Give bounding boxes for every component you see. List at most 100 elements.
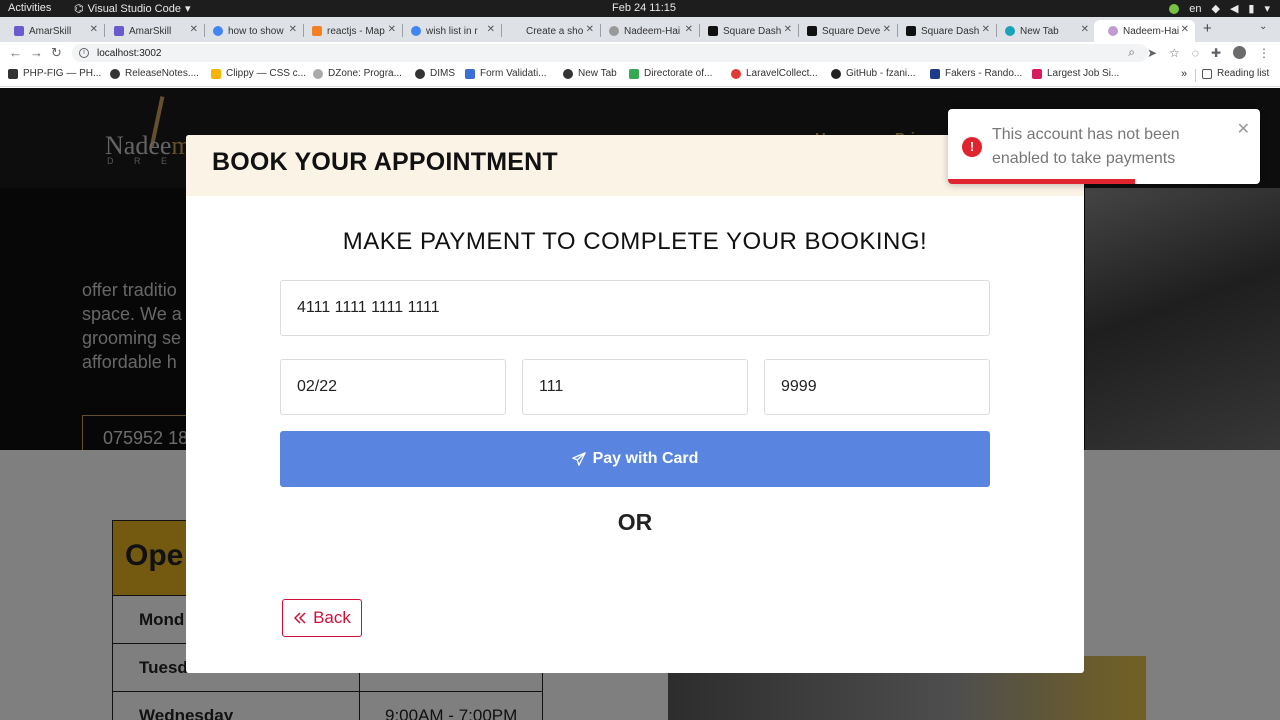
postal-code-value: 9999: [781, 378, 817, 395]
card-number-input[interactable]: 4111 1111 1111 1111: [280, 280, 990, 336]
forward-arrow-icon[interactable]: →: [30, 45, 43, 60]
tab-search-icon[interactable]: ⌄: [1259, 21, 1267, 32]
bookmark-icon: [930, 68, 940, 79]
close-icon[interactable]: ✕: [487, 24, 495, 35]
reading-list-button[interactable]: Reading list: [1202, 68, 1269, 79]
browser-tab[interactable]: reactjs - Map ✕: [298, 20, 402, 42]
browser-tab[interactable]: Nadeem-Hai ✕: [595, 20, 699, 42]
error-icon: !: [962, 137, 982, 157]
browser-tab[interactable]: AmarSkill ✕: [100, 20, 204, 42]
profile-avatar[interactable]: [1233, 46, 1246, 59]
browser-tab[interactable]: AmarSkill ✕: [0, 20, 104, 42]
close-icon[interactable]: ✕: [1181, 24, 1189, 35]
reload-icon[interactable]: ↻: [51, 45, 62, 61]
more-bookmarks-button[interactable]: »: [1181, 68, 1187, 80]
bookmark-label: Directorate of...: [644, 68, 713, 79]
chevron-down-icon: ▾: [184, 3, 191, 15]
back-button[interactable]: Back: [282, 599, 362, 637]
close-icon[interactable]: ✕: [586, 24, 594, 35]
card-number-value: 4111 1111 1111 1111: [297, 299, 440, 316]
star-icon[interactable]: ☆: [1169, 46, 1180, 60]
expiry-value: 02/22: [297, 378, 338, 395]
close-icon[interactable]: ✕: [90, 24, 98, 35]
bookmark-item[interactable]: Form Validati...: [465, 68, 547, 79]
google-icon: [213, 26, 223, 36]
toast-progress-bar: [948, 179, 1136, 184]
tab-title: Nadeem-Hai: [1123, 25, 1180, 37]
browser-tab[interactable]: Square Dash ✕: [892, 20, 996, 42]
payment-heading: MAKE PAYMENT TO COMPLETE YOUR BOOKING!: [342, 228, 928, 255]
cvv-input[interactable]: 111: [522, 359, 748, 415]
close-icon[interactable]: ✕: [982, 24, 990, 35]
tab-title: Square Dash: [723, 25, 782, 37]
app-menu[interactable]: ⌬ Visual Studio Code ▾: [74, 2, 191, 16]
tab-title: AmarSkill: [129, 25, 172, 37]
browser-tab[interactable]: wish list in r ✕: [397, 20, 501, 42]
bookmark-label: ReleaseNotes....: [125, 68, 199, 79]
activities-button[interactable]: Activities: [8, 2, 51, 14]
language-indicator[interactable]: en: [1189, 3, 1201, 15]
close-icon[interactable]: ✕: [388, 24, 396, 35]
browser-tab[interactable]: Square Dash ✕: [694, 20, 798, 42]
close-icon[interactable]: ✕: [289, 24, 297, 35]
bookmark-item[interactable]: New Tab: [563, 68, 617, 79]
send-icon[interactable]: ➤: [1147, 46, 1157, 60]
tab-title: how to show: [228, 25, 284, 37]
tab-title: Nadeem-Hai: [624, 25, 681, 37]
bookmark-label: GitHub - fzani...: [846, 68, 916, 79]
bookmark-item[interactable]: Fakers - Rando...: [930, 68, 1022, 79]
bookmark-item[interactable]: DZone: Progra...: [313, 68, 402, 79]
extension-icon[interactable]: ◌: [1192, 46, 1199, 60]
square-icon: [807, 26, 817, 36]
zoom-icon[interactable]: ⌕: [1128, 45, 1135, 60]
bookmark-item[interactable]: Directorate of...: [629, 68, 712, 79]
close-icon[interactable]: ✕: [190, 24, 198, 35]
expiry-input[interactable]: 02/22: [280, 359, 506, 415]
url-input[interactable]: i localhost:3002: [72, 44, 1148, 62]
bookmarks-bar: PHP-FIG — PH... ReleaseNotes.... Clippy …: [0, 64, 1280, 87]
bookmark-item[interactable]: PHP-FIG — PH...: [8, 68, 101, 79]
browser-tab[interactable]: Create a sho ✕: [496, 20, 600, 42]
bookmark-item[interactable]: Largest Job Si...: [1032, 68, 1119, 79]
info-icon[interactable]: i: [79, 48, 89, 58]
back-arrow-icon[interactable]: ←: [9, 45, 22, 60]
bookmark-label: Form Validati...: [480, 68, 547, 79]
tab-title: Square Dash: [921, 25, 980, 37]
close-icon[interactable]: ✕: [1081, 24, 1089, 35]
postal-code-input[interactable]: 9999: [764, 359, 990, 415]
browser-tab-active[interactable]: Nadeem-Hai ✕: [1094, 20, 1195, 42]
browser-tab[interactable]: New Tab ✕: [991, 20, 1095, 42]
browser-tab[interactable]: how to show ✕: [199, 20, 303, 42]
tab-title: New Tab: [1020, 25, 1059, 37]
close-icon[interactable]: ✕: [883, 24, 891, 35]
bookmark-item[interactable]: ReleaseNotes....: [110, 68, 199, 79]
battery-icon: ▮: [1248, 3, 1255, 15]
bookmark-item[interactable]: Clippy — CSS c...: [211, 68, 306, 79]
bookmark-icon: [1032, 68, 1042, 79]
system-top-bar: Activities ⌬ Visual Studio Code ▾ Feb 24…: [0, 0, 1280, 17]
bookmark-icon: [8, 68, 18, 79]
close-icon[interactable]: ✕: [784, 24, 792, 35]
square-icon: [708, 26, 718, 36]
bookmark-label: Largest Job Si...: [1047, 68, 1120, 79]
pay-with-card-button[interactable]: Pay with Card: [280, 431, 990, 487]
error-toast: ! This account has not been enabled to t…: [948, 109, 1260, 184]
new-tab-button[interactable]: +: [1203, 20, 1212, 37]
tab-favicon-icon: [114, 26, 124, 36]
close-icon[interactable]: ✕: [1237, 119, 1250, 139]
toast-message: This account has not been enabled to tak…: [992, 126, 1180, 167]
menu-icon[interactable]: ⋮: [1258, 46, 1270, 60]
bookmark-label: Clippy — CSS c...: [226, 68, 307, 79]
clock[interactable]: Feb 24 11:15: [612, 2, 676, 14]
close-icon[interactable]: ✕: [685, 24, 693, 35]
system-tray[interactable]: en ◆ ◀ ▮ ▾: [1169, 2, 1270, 15]
tab-title: Create a sho: [526, 25, 584, 37]
bookmark-item[interactable]: DIMS: [415, 68, 455, 79]
bookmark-item[interactable]: GitHub - fzani...: [831, 68, 915, 79]
tab-favicon-icon: [1108, 26, 1118, 36]
bookmark-item[interactable]: LaravelCollect...: [731, 68, 818, 79]
puzzle-icon[interactable]: ✚: [1211, 46, 1221, 60]
bookmark-label: Fakers - Rando...: [945, 68, 1023, 79]
booking-modal: BOOK YOUR APPOINTMENT MAKE PAYMENT TO CO…: [186, 135, 1084, 673]
browser-tab[interactable]: Square Deve ✕: [793, 20, 897, 42]
